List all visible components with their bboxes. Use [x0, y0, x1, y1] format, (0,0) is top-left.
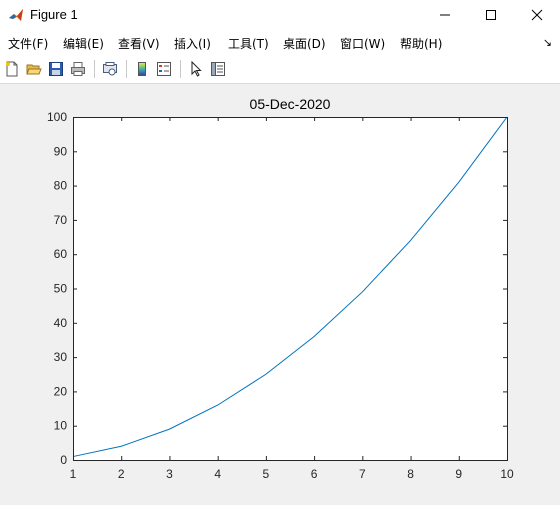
- pointer-button[interactable]: [186, 59, 206, 79]
- y-tick-label: 60: [54, 247, 68, 261]
- x-tick-label: 7: [359, 467, 366, 481]
- pointer-icon: [191, 61, 202, 77]
- menu-file[interactable]: 文件(F): [8, 35, 48, 52]
- toolbar-separator: [94, 60, 95, 78]
- property-editor-button[interactable]: [208, 59, 228, 79]
- menu-tools[interactable]: 工具(T): [228, 35, 269, 52]
- menu-bar: 文件(F) 编辑(E) 查看(V) 插入(I) 工具(T) 桌面(D) 窗口(W…: [0, 30, 560, 55]
- property-editor-icon: [211, 62, 225, 76]
- toolbar-separator: [180, 60, 181, 78]
- y-tick-label: 0: [60, 453, 67, 467]
- y-tick-label: 50: [54, 282, 68, 296]
- matlab-icon[interactable]: [8, 7, 24, 23]
- save-icon: [49, 62, 63, 76]
- axes-background: [73, 117, 507, 460]
- menu-desktop[interactable]: 桌面(D): [283, 35, 326, 52]
- open-file-icon: [26, 64, 42, 75]
- x-tick-label: 2: [118, 467, 125, 481]
- x-tick-label: 9: [455, 467, 462, 481]
- y-tick-label: 100: [47, 110, 67, 124]
- x-tick-label: 3: [166, 467, 173, 481]
- x-tick-label: 5: [263, 467, 270, 481]
- toolbar: [0, 55, 560, 84]
- new-figure-icon: [6, 61, 18, 77]
- minimize-icon: [440, 14, 450, 16]
- y-tick-label: 90: [54, 144, 68, 158]
- print-button[interactable]: [68, 59, 88, 79]
- plot-canvas[interactable]: 1 2 3 4 5 6 7 8 9 10 0 10 20 30 40 50 60 70 80 90 100 05-De…: [0, 84, 560, 505]
- new-figure-button[interactable]: [2, 59, 22, 79]
- y-tick-label: 40: [54, 316, 68, 330]
- chart-title: 05-Dec-2020: [250, 96, 331, 112]
- maximize-icon: [486, 10, 496, 20]
- save-button[interactable]: [46, 59, 66, 79]
- menu-window[interactable]: 窗口(W): [340, 35, 385, 52]
- y-tick-label: 10: [54, 419, 68, 433]
- close-icon: [531, 9, 543, 21]
- x-tick-label: 4: [214, 467, 221, 481]
- colorbar-icon: [138, 62, 146, 76]
- maximize-button[interactable]: [468, 0, 514, 30]
- legend-icon: [157, 62, 171, 76]
- y-tick-label: 30: [54, 350, 68, 364]
- title-bar: Figure 1: [0, 0, 560, 30]
- x-tick-label: 8: [407, 467, 414, 481]
- menu-edit[interactable]: 编辑(E): [63, 35, 104, 52]
- window-title: Figure 1: [30, 7, 78, 22]
- menu-help[interactable]: 帮助(H): [400, 35, 442, 52]
- open-file-button[interactable]: [24, 59, 44, 79]
- print-preview-icon: [103, 62, 117, 76]
- y-tick-label: 80: [54, 179, 68, 193]
- x-tick-label: 6: [311, 467, 318, 481]
- menu-view[interactable]: 查看(V): [118, 35, 160, 52]
- print-icon: [71, 62, 85, 76]
- x-tick-label: 1: [70, 467, 77, 481]
- menu-insert[interactable]: 插入(I): [174, 35, 211, 52]
- close-button[interactable]: [514, 0, 560, 30]
- colorbar-button[interactable]: [132, 59, 152, 79]
- y-tick-label: 70: [54, 213, 68, 227]
- menu-dock-arrow-icon[interactable]: ↘: [543, 36, 552, 49]
- toolbar-separator: [126, 60, 127, 78]
- x-tick-label: 10: [500, 467, 514, 481]
- legend-button[interactable]: [154, 59, 174, 79]
- y-tick-label: 20: [54, 384, 68, 398]
- print-preview-button[interactable]: [100, 59, 120, 79]
- minimize-button[interactable]: [422, 0, 468, 30]
